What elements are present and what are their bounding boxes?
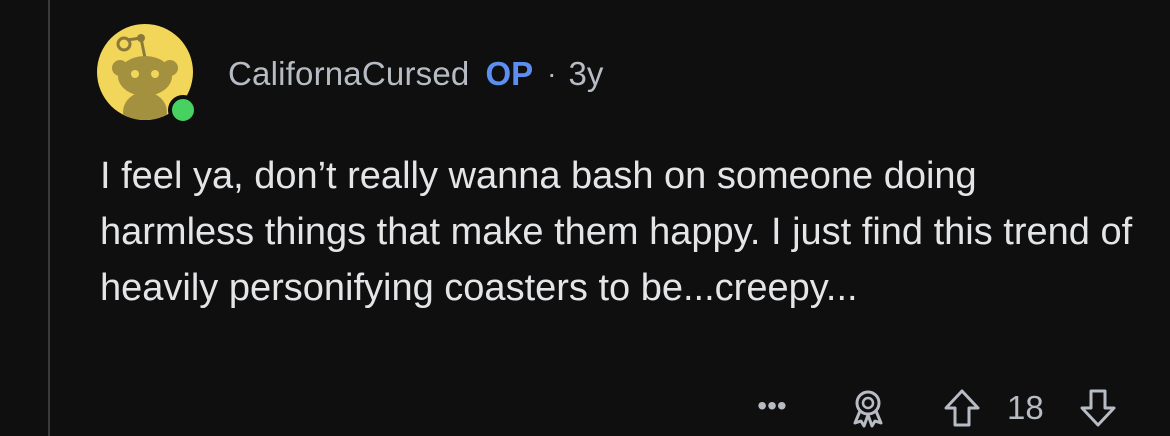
author-username[interactable]: CalifornaCursed <box>228 55 469 93</box>
downvote-graphic <box>1080 389 1116 427</box>
comment-meta: CalifornaCursed OP · 3y <box>228 52 603 96</box>
more-options-icon[interactable]: ••• <box>752 390 792 422</box>
comment-actions: ••• 18 <box>0 380 1170 436</box>
upvote-arrow-icon[interactable] <box>940 386 984 430</box>
comment-body: I feel ya, don’t really wanna bash on so… <box>100 155 1133 309</box>
downvote-arrow-icon[interactable] <box>1076 386 1120 430</box>
comment: CalifornaCursed OP · 3y I feel ya, don’t… <box>0 0 1170 436</box>
comment-age: 3y <box>568 55 604 92</box>
op-badge: OP <box>485 55 534 92</box>
award-icon[interactable] <box>846 386 890 430</box>
upvote-graphic <box>944 389 980 427</box>
meta-separator: · <box>547 58 557 89</box>
online-dot-icon <box>168 95 198 125</box>
vote-score: 18 <box>1007 389 1044 426</box>
award-graphic <box>853 390 883 428</box>
